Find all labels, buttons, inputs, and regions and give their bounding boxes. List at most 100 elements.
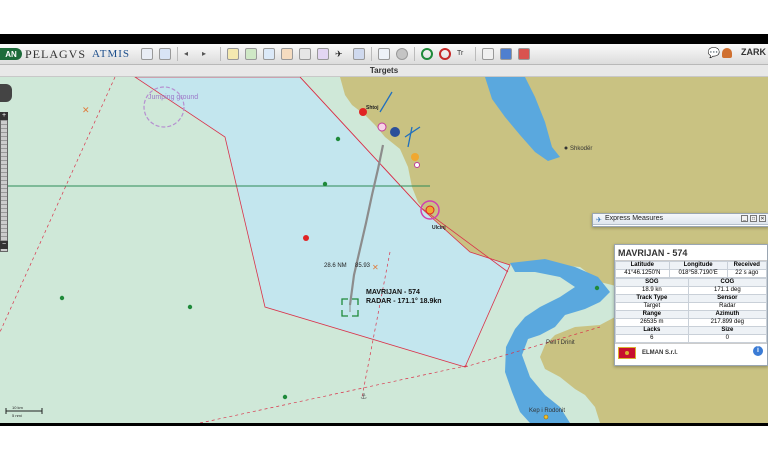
table-row-header: SOG COG [615, 278, 768, 287]
close-icon[interactable]: ✕ [759, 215, 766, 222]
table-cell: Target [615, 302, 689, 311]
measure-icon[interactable] [263, 48, 276, 60]
aircraft-icon[interactable]: ✈ [335, 48, 347, 60]
minimize-icon[interactable]: _ [741, 215, 748, 222]
table-row-header: Track Type Sensor [615, 294, 768, 303]
mail-icon[interactable] [378, 48, 391, 60]
settings-icon[interactable] [396, 48, 409, 60]
toolbar-separator [414, 47, 416, 61]
maximize-icon[interactable]: □ [750, 215, 757, 222]
table-cell: 26535 m [615, 318, 689, 327]
target-name-label: MAVRIJAN - 574 [366, 289, 420, 296]
jumping-ground-label: Jumping ground [148, 94, 198, 101]
zoom-in-button[interactable]: + [0, 112, 8, 120]
table-row-header: Range Azimuth [615, 310, 768, 319]
table-cell: Received [726, 261, 768, 270]
edit-icon[interactable] [159, 48, 172, 60]
table-row-header: Latitude Longitude Received [615, 261, 768, 270]
bearing-degree-label: 85.93 [355, 263, 371, 269]
layers-icon[interactable] [227, 48, 240, 60]
table-cell: Latitude [615, 261, 670, 270]
blue-panel-icon[interactable] [500, 48, 513, 60]
anchor-icon: ⚓ [360, 392, 367, 401]
user-name[interactable]: ZARK [741, 47, 766, 57]
wreck-marker-icon: ✕ [372, 263, 379, 272]
table-cell: 217.899 deg [687, 318, 768, 327]
text-icon[interactable]: Tr [457, 48, 469, 60]
buoy-marker [322, 181, 328, 187]
record-green-icon[interactable] [421, 48, 434, 60]
back-icon[interactable]: ◂ [184, 48, 196, 60]
table-cell: Longitude [668, 261, 728, 270]
brand-name: PELAGVS [25, 46, 87, 61]
table-row: 6 0 [615, 334, 768, 343]
toolbar-separator [371, 47, 373, 61]
table-cell: Lacks [615, 326, 689, 335]
owner-row: ELMAN S.r.l. i [615, 343, 767, 362]
table-row: Target Radar [615, 302, 768, 311]
table-row: 26535 m 217.899 deg [615, 318, 768, 327]
scale-bar-km: 10 km [12, 405, 24, 410]
vessel-cluster [390, 127, 400, 137]
buoy-marker [282, 394, 288, 400]
table-cell: COG [687, 278, 768, 287]
pan-control[interactable] [0, 84, 12, 102]
target-red-marker [303, 235, 309, 241]
table-cell: 41°46.1250'N [615, 269, 670, 278]
wreck-marker-icon: ✕ [82, 106, 90, 116]
record-red-icon[interactable] [439, 48, 452, 60]
place-label: Ulcinj [432, 225, 446, 231]
info-button[interactable]: i [753, 346, 763, 356]
table-cell: 22 s ago [726, 269, 768, 278]
port-marker [377, 122, 387, 132]
grid-icon[interactable] [245, 48, 258, 60]
table-row: 18.9 kn 171.1 deg [615, 286, 768, 295]
targets-title-bar: Targets [0, 65, 768, 77]
forward-icon[interactable]: ▸ [202, 48, 214, 60]
brand-sub: ATMIS [92, 48, 131, 60]
buoy-marker [59, 295, 65, 301]
table-cell: Track Type [615, 294, 689, 303]
zoom-out-button[interactable]: − [0, 241, 8, 249]
table-row-header: Lacks Size [615, 326, 768, 335]
toolbar-separator [475, 47, 477, 61]
table-cell: 018°58.7190'E [668, 269, 728, 278]
table-cell: 171.1 deg [687, 286, 768, 295]
polygon-icon[interactable] [317, 48, 330, 60]
image-icon[interactable] [281, 48, 294, 60]
table-cell: 6 [615, 334, 689, 343]
place-label: Pell i Drinit [546, 340, 575, 346]
document-icon[interactable] [482, 48, 495, 60]
table-cell: Size [687, 326, 768, 335]
main-toolbar: AN PELAGVS ATMIS ◂ ▸ ✈ Tr 💬 ZARK [0, 44, 768, 65]
bearing-distance-label: 28.6 NM [324, 263, 347, 269]
place-label: Shkodër [570, 146, 592, 152]
table-cell: SOG [615, 278, 689, 287]
express-measures-title: Express Measures [605, 215, 663, 222]
owner-name: ELMAN S.r.l. [642, 350, 678, 356]
chat-icon[interactable]: 💬 [708, 48, 720, 59]
red-panel-icon[interactable] [518, 48, 531, 60]
buoy-marker [335, 136, 341, 142]
table-cell: Range [615, 310, 689, 319]
vessel-icon[interactable] [353, 48, 366, 60]
home-icon[interactable] [141, 48, 154, 60]
zoom-slider[interactable] [0, 112, 8, 252]
table-cell: Radar [687, 302, 768, 311]
buoy-marker [187, 304, 193, 310]
target-info-title: MAVRIJAN - 574 [615, 245, 767, 261]
toolbar-separator [177, 47, 179, 61]
logo-badge: AN [0, 48, 22, 60]
selected-alarm-marker [425, 205, 435, 215]
target-info-table-2: SOG COG 18.9 kn 171.1 deg Track Type Sen… [615, 278, 768, 343]
buoy-marker [594, 285, 600, 291]
place-label: Shtoj [366, 105, 379, 111]
user-icon[interactable] [722, 48, 732, 58]
place-label: Kep i Rodonit [529, 408, 565, 414]
scale-bar-nmi: 5 nmi [12, 413, 22, 418]
table-row: 41°46.1250'N 018°58.7190'E 22 s ago [615, 269, 768, 278]
ruler-icon[interactable] [299, 48, 312, 60]
express-measures-header[interactable]: ✈ Express Measures _ □ ✕ [593, 214, 768, 225]
table-cell: Azimuth [687, 310, 768, 319]
target-radar-label: RADAR - 171.1° 18.9kn [366, 297, 442, 305]
